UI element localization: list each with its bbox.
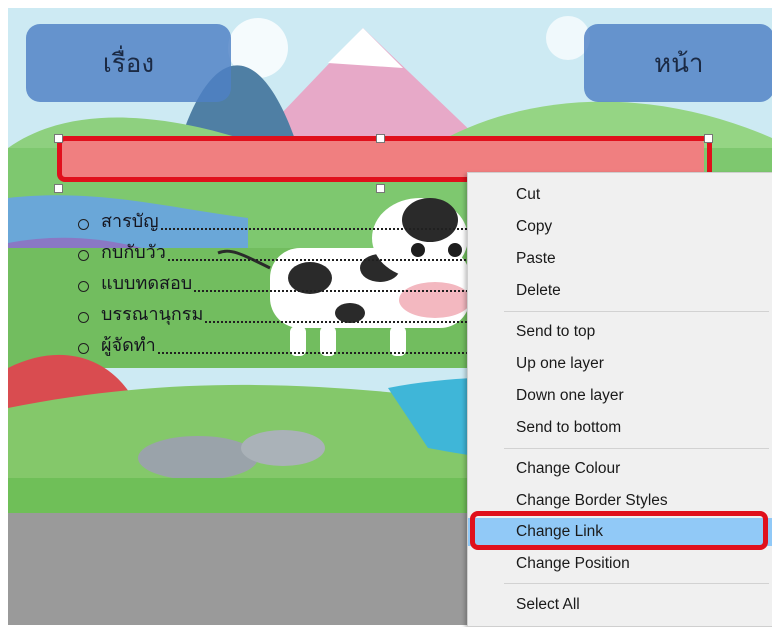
dotted-leader bbox=[160, 228, 491, 230]
story-nav-button[interactable]: เรื่อง bbox=[26, 24, 231, 102]
resize-handle[interactable] bbox=[376, 184, 385, 193]
menu-item-paste[interactable]: Paste bbox=[468, 245, 772, 273]
menu-item-cut[interactable]: Cut bbox=[468, 181, 772, 209]
page-nav-button[interactable]: หน้า bbox=[584, 24, 772, 102]
menu-separator bbox=[504, 583, 769, 584]
contents-item-label: แบบทดสอบ bbox=[101, 273, 193, 294]
resize-handle[interactable] bbox=[376, 134, 385, 143]
bullet-icon bbox=[78, 281, 89, 292]
page-nav-label: หน้า bbox=[654, 48, 704, 79]
resize-handle[interactable] bbox=[54, 134, 63, 143]
context-menu: Cut Copy Paste Delete Send to top Up one… bbox=[467, 172, 772, 627]
bullet-icon bbox=[78, 343, 89, 354]
menu-item-send-to-top[interactable]: Send to top bbox=[468, 318, 772, 346]
menu-item-delete[interactable]: Delete bbox=[468, 277, 772, 305]
bullet-icon bbox=[78, 312, 89, 323]
resize-handle[interactable] bbox=[704, 134, 713, 143]
bullet-icon bbox=[78, 219, 89, 230]
change-link-highlight-frame bbox=[470, 511, 768, 550]
bullet-icon bbox=[78, 250, 89, 261]
menu-separator bbox=[504, 448, 769, 449]
menu-item-copy[interactable]: Copy bbox=[468, 213, 772, 241]
menu-item-change-position[interactable]: Change Position bbox=[468, 550, 772, 578]
story-nav-label: เรื่อง bbox=[102, 48, 155, 79]
menu-item-send-to-bottom[interactable]: Send to bottom bbox=[468, 414, 772, 442]
contents-item-label: ผู้จัดทำ bbox=[101, 335, 156, 356]
contents-item-label: บรรณานุกรม bbox=[101, 304, 204, 325]
resize-handle[interactable] bbox=[54, 184, 63, 193]
menu-item-change-colour[interactable]: Change Colour bbox=[468, 455, 772, 483]
contents-item-label: กบกับวัว bbox=[101, 242, 166, 263]
menu-item-up-one-layer[interactable]: Up one layer bbox=[468, 350, 772, 378]
menu-item-down-one-layer[interactable]: Down one layer bbox=[468, 382, 772, 410]
dotted-leader bbox=[157, 352, 488, 354]
dotted-leader bbox=[167, 259, 498, 261]
menu-separator bbox=[504, 311, 769, 312]
menu-item-select-all[interactable]: Select All bbox=[468, 591, 772, 619]
contents-item-label: สารบัญ bbox=[101, 211, 159, 232]
